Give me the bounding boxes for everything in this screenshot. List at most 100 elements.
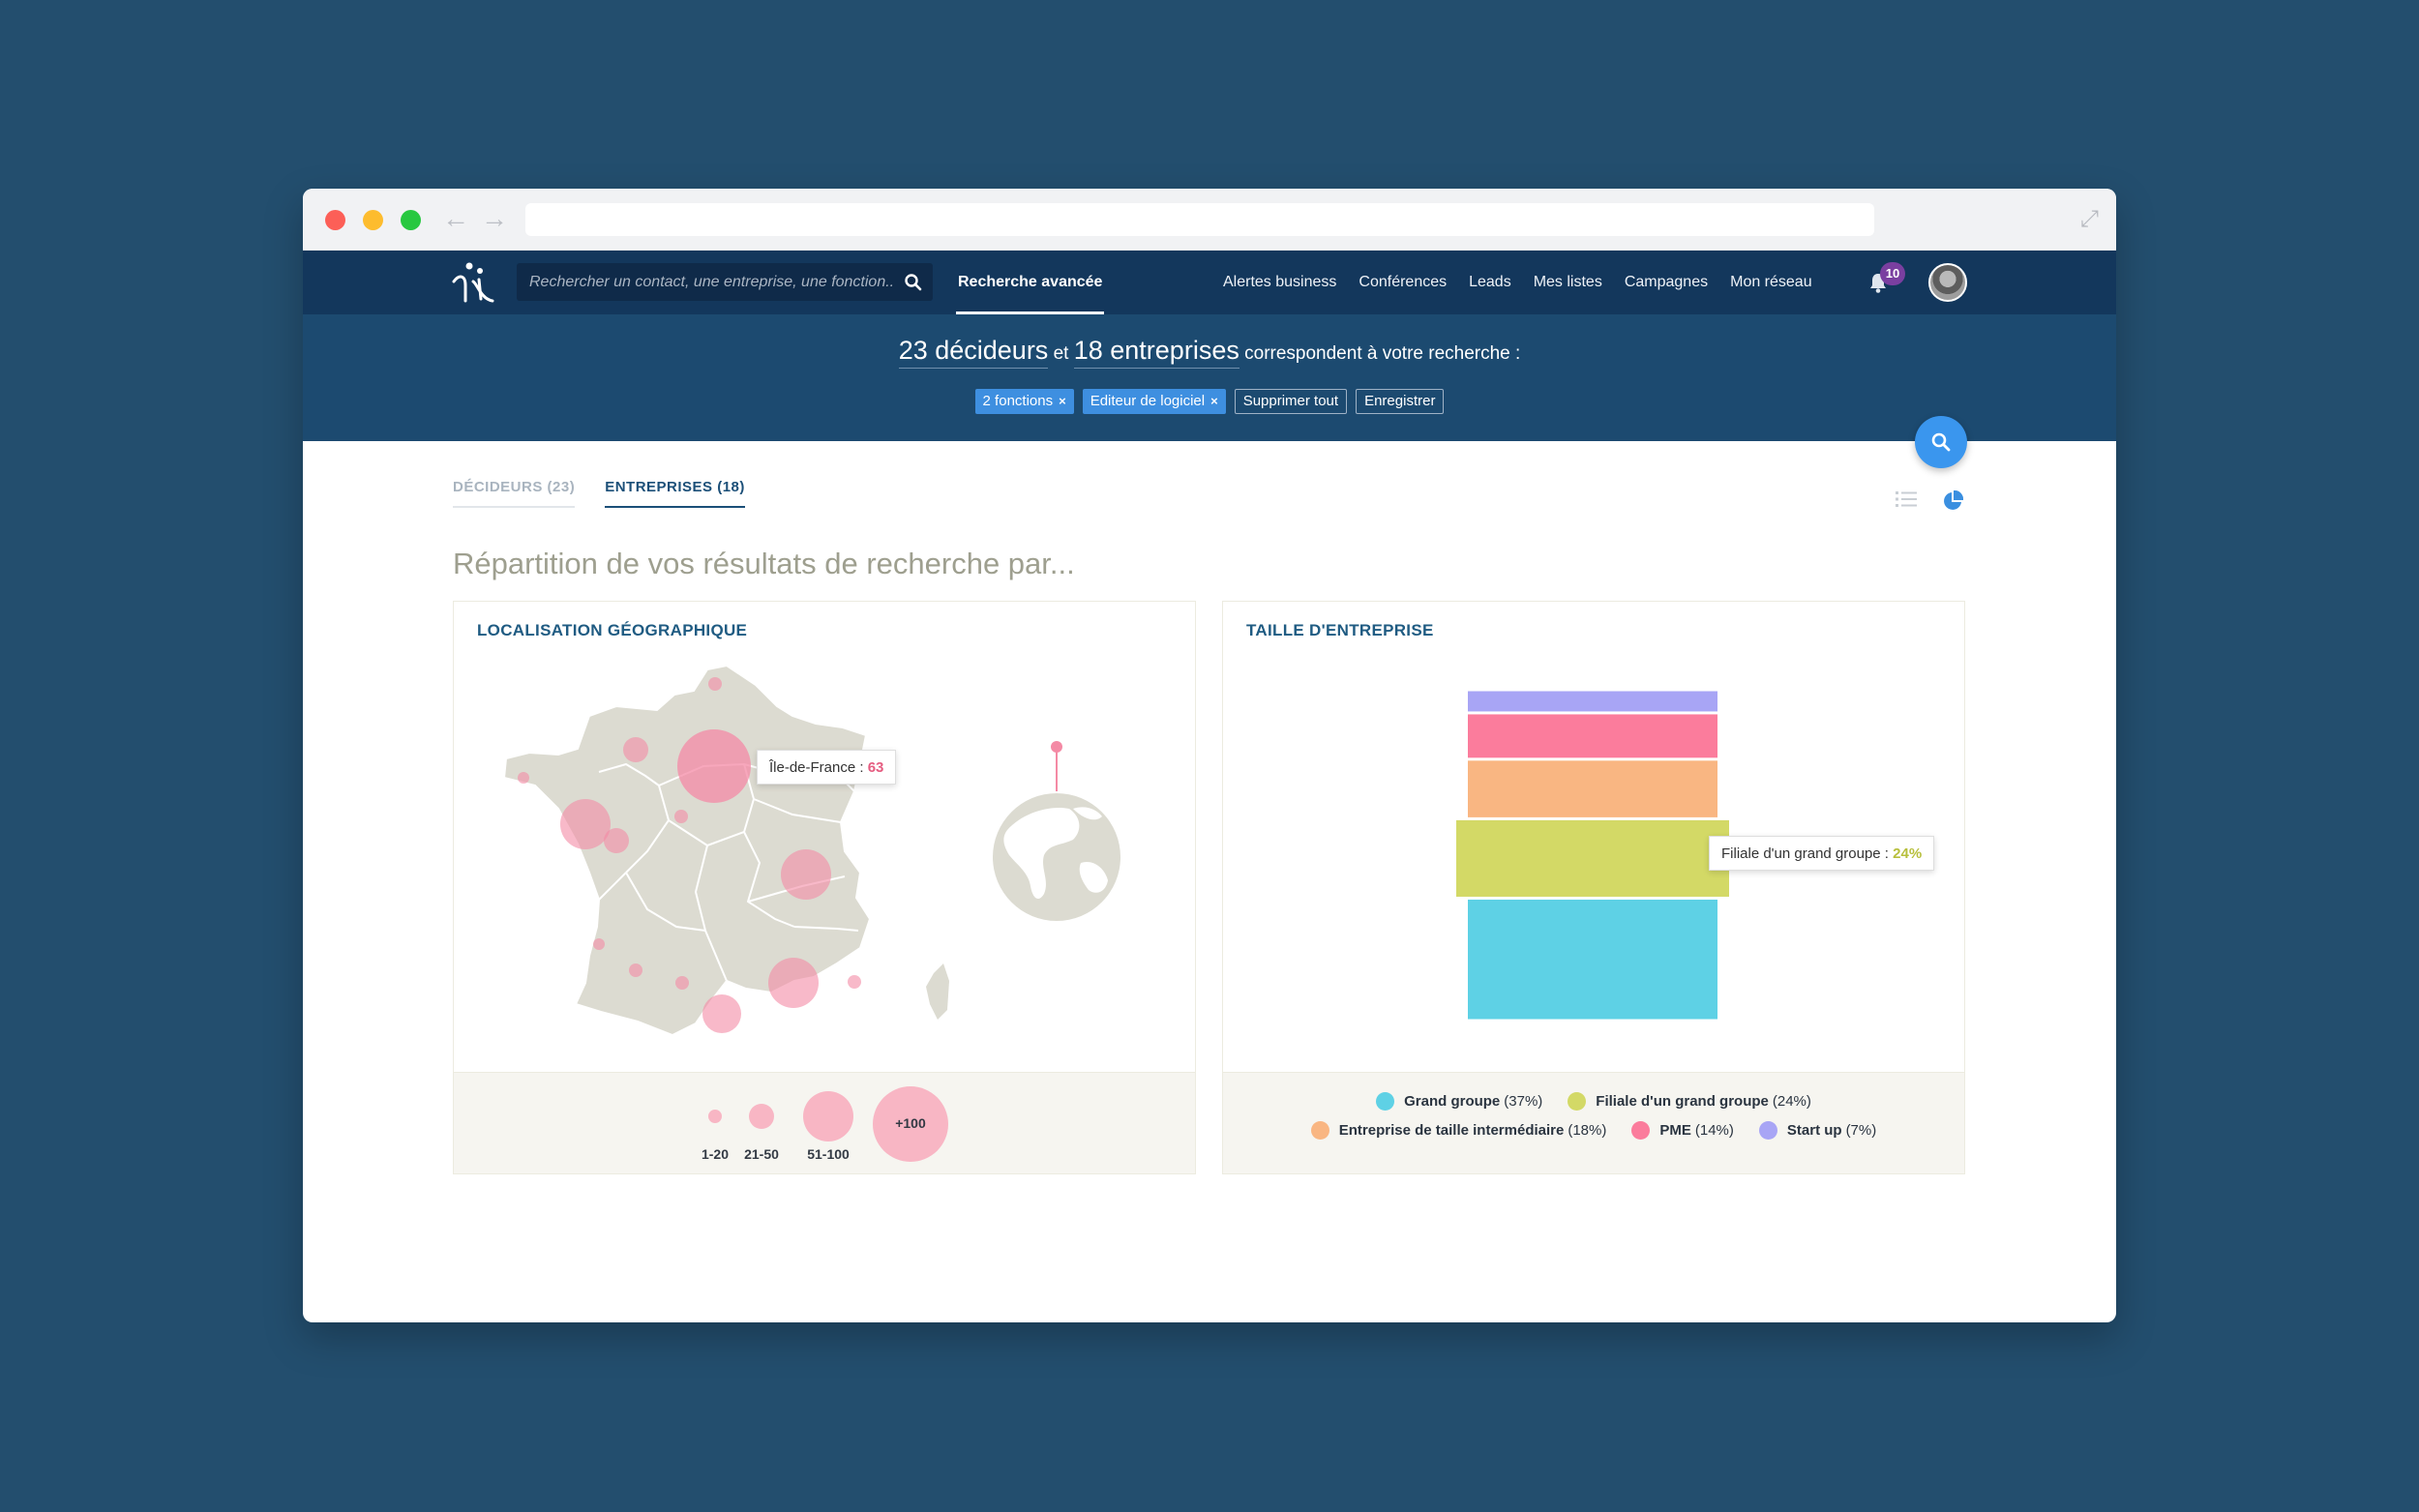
global-search xyxy=(517,263,933,301)
main-nav-links: Alertes business Conférences Leads Mes l… xyxy=(1223,251,1835,314)
pie-chart-view-icon[interactable] xyxy=(1942,490,1963,512)
top-navigation: Recherche avancée Alertes business Confé… xyxy=(303,251,2116,314)
legend-item-pme: PME (14%) xyxy=(1631,1121,1734,1140)
nav-conferences[interactable]: Conférences xyxy=(1359,274,1447,291)
map-tooltip-label: Île-de-France : xyxy=(769,759,864,776)
company-size-legend-footer: Grand groupe (37%) Filiale d'un grand gro… xyxy=(1223,1072,1964,1173)
legend-name: Grand groupe xyxy=(1404,1093,1501,1110)
map-tooltip: Île-de-France : 63 xyxy=(757,750,897,785)
search-fab-button[interactable] xyxy=(1915,416,1967,468)
geo-card: LOCALISATION GÉOGRAPHIQUE Île-de-France … xyxy=(453,601,1196,1174)
address-bar[interactable] xyxy=(525,203,1874,236)
legend-swatch xyxy=(1376,1092,1395,1111)
map-bubble-ile-de-france[interactable] xyxy=(677,729,751,803)
filter-tag-editeur[interactable]: Editeur de logiciel × xyxy=(1082,389,1226,414)
map-bubble-sud-ouest[interactable] xyxy=(629,964,642,977)
user-avatar[interactable] xyxy=(1928,263,1967,302)
browser-chrome: ← → ⤢ xyxy=(303,189,2116,251)
legend-item-grand-groupe: Grand groupe (37%) xyxy=(1376,1092,1542,1111)
search-input[interactable] xyxy=(517,263,894,301)
remove-filter-icon[interactable]: × xyxy=(1059,394,1066,408)
legend-label-1-20: 1-20 xyxy=(701,1146,730,1162)
map-bubble-occitanie[interactable] xyxy=(675,976,689,990)
nav-leads[interactable]: Leads xyxy=(1469,274,1511,291)
bar-segment-filiale[interactable] xyxy=(1456,819,1729,897)
search-icon xyxy=(1931,432,1951,452)
legend-label-100-plus: +100 xyxy=(895,1115,926,1131)
app-logo[interactable] xyxy=(450,260,496,305)
browser-window: ← → ⤢ Recherche avancée Alertes business… xyxy=(303,189,2116,1322)
map-bubble-centre[interactable] xyxy=(674,810,688,823)
legend-bubble-medium xyxy=(749,1104,774,1129)
bar-segment-startup[interactable] xyxy=(1468,691,1717,712)
size-legend-footer: 1-20 21-50 51-100 +100 xyxy=(454,1072,1195,1173)
results-headline: 23 décideurs et 18 entreprises correspon… xyxy=(303,336,2116,369)
legend-label-51-100: 51-100 xyxy=(807,1146,850,1162)
filter-tag-label: Editeur de logiciel xyxy=(1090,393,1206,409)
list-view-icon[interactable] xyxy=(1896,490,1917,508)
legend-pct: (7%) xyxy=(1845,1122,1877,1139)
forward-arrow-icon[interactable]: → xyxy=(481,202,508,235)
search-icon[interactable] xyxy=(904,273,923,292)
map-tooltip-value: 63 xyxy=(867,759,884,776)
legend-swatch xyxy=(1631,1121,1651,1140)
clear-all-button[interactable]: Supprimer tout xyxy=(1234,389,1348,414)
map-bubble-marseille[interactable] xyxy=(768,958,819,1008)
search-summary: 23 décideurs et 18 entreprises correspon… xyxy=(303,314,2116,441)
bar-segment-eti[interactable] xyxy=(1468,760,1717,817)
legend-bubble-large xyxy=(803,1091,853,1141)
back-arrow-icon[interactable]: ← xyxy=(442,202,469,235)
bar-segment-pme[interactable] xyxy=(1468,714,1717,758)
map-bubble-toulouse[interactable] xyxy=(702,994,741,1033)
map-bubble-lyon[interactable] xyxy=(781,849,831,900)
advanced-search-link[interactable]: Recherche avancée xyxy=(956,251,1105,314)
legend-swatch xyxy=(1758,1121,1777,1140)
result-tabs: DÉCIDEURS (23) ENTREPRISES (18) xyxy=(453,479,745,508)
chart-tooltip-label: Filiale d'un grand groupe : xyxy=(1721,845,1889,862)
nav-mon-reseau[interactable]: Mon réseau xyxy=(1730,274,1812,291)
tab-decideurs[interactable]: DÉCIDEURS (23) xyxy=(453,479,576,508)
active-filters: 2 fonctions × Editeur de logiciel × Suppri… xyxy=(303,389,2116,414)
map-bubble-bretagne[interactable] xyxy=(518,772,529,784)
world-globe xyxy=(993,741,1120,921)
remove-filter-icon[interactable]: × xyxy=(1210,394,1218,408)
maximize-window-button[interactable] xyxy=(401,210,421,230)
map-bubble-nice[interactable] xyxy=(848,975,861,989)
bubble-size-legend: 1-20 21-50 51-100 +100 xyxy=(454,1073,1195,1174)
map-bubble-lille[interactable] xyxy=(708,677,722,691)
bar-segment-grand_groupe[interactable] xyxy=(1468,899,1717,1020)
headline-and: et xyxy=(1053,343,1069,364)
legend-item-eti: Entreprise de taille intermédiaire (18%) xyxy=(1310,1121,1607,1140)
tab-entreprises[interactable]: ENTREPRISES (18) xyxy=(605,479,745,508)
deciders-count-link[interactable]: 23 décideurs xyxy=(898,336,1049,369)
filter-tag-fonctions[interactable]: 2 fonctions × xyxy=(974,389,1074,414)
legend-pct: (24%) xyxy=(1772,1093,1811,1110)
legend-swatch xyxy=(1568,1092,1587,1111)
legend-name: Start up xyxy=(1786,1122,1842,1139)
chart-tooltip: Filiale d'un grand groupe : 24% xyxy=(1709,836,1935,871)
legend-pct: (18%) xyxy=(1568,1122,1607,1139)
map-bubble-nantes[interactable] xyxy=(560,799,611,849)
save-search-button[interactable]: Enregistrer xyxy=(1356,389,1445,414)
map-bubble-normandie[interactable] xyxy=(623,737,648,762)
legend-label-21-50: 21-50 xyxy=(744,1146,779,1162)
legend-swatch xyxy=(1310,1121,1329,1140)
nav-alertes-business[interactable]: Alertes business xyxy=(1223,274,1336,291)
nav-mes-listes[interactable]: Mes listes xyxy=(1534,274,1602,291)
company-size-legend: Grand groupe (37%) Filiale d'un grand gro… xyxy=(1223,1092,1964,1150)
fullscreen-icon[interactable]: ⤢ xyxy=(2080,206,2099,233)
company-size-card: TAILLE D'ENTREPRISE Filiale d'un grand g… xyxy=(1222,601,1965,1174)
chart-tooltip-value: 24% xyxy=(1893,845,1923,862)
map-bubble-bordeaux[interactable] xyxy=(593,938,605,950)
headline-suffix: correspondent à votre recherche : xyxy=(1244,343,1521,364)
minimize-window-button[interactable] xyxy=(363,210,383,230)
legend-bubble-small xyxy=(708,1110,722,1123)
close-window-button[interactable] xyxy=(325,210,345,230)
map-bubble-pays-de-la-loire[interactable] xyxy=(604,828,629,853)
legend-name: PME xyxy=(1659,1122,1691,1139)
legend-pct: (14%) xyxy=(1694,1122,1734,1139)
companies-count-link[interactable]: 18 entreprises xyxy=(1073,336,1239,369)
legend-name: Filiale d'un grand groupe xyxy=(1596,1093,1769,1110)
nav-campagnes[interactable]: Campagnes xyxy=(1625,274,1708,291)
filter-tag-label: 2 fonctions xyxy=(982,393,1054,409)
